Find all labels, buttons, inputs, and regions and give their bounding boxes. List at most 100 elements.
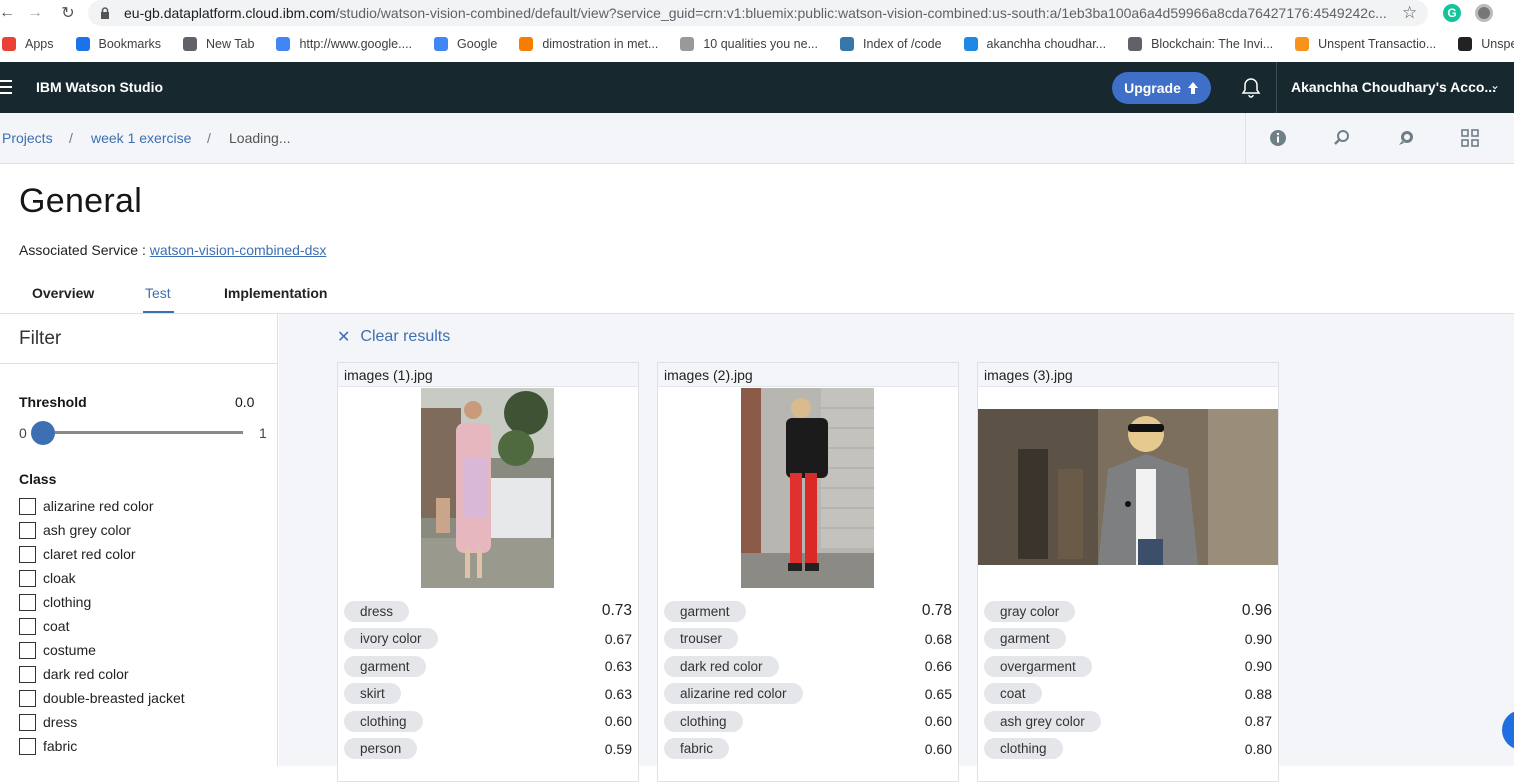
class-tag[interactable]: overgarment [984, 655, 1092, 677]
checkbox[interactable] [19, 497, 36, 515]
bookmark-item[interactable]: Index of /code [840, 37, 942, 51]
result-image[interactable] [421, 388, 554, 593]
bookmark-item[interactable]: Google [434, 37, 497, 51]
google-icon [434, 37, 449, 51]
hamburger-menu-icon[interactable] [0, 80, 12, 94]
class-tag[interactable]: dress [344, 600, 410, 622]
extension-icon[interactable] [1475, 4, 1493, 22]
chevron-down-icon[interactable]: ⌄ [1490, 78, 1500, 92]
bookmark-item[interactable]: Unspent Transactio... [1458, 37, 1514, 51]
bookmark-item[interactable]: Apps [2, 37, 54, 51]
class-filter-label: cloak [43, 570, 76, 586]
class-filter-item[interactable]: cloak [19, 566, 185, 590]
slider-max-label: 1 [259, 425, 267, 441]
checkbox[interactable] [19, 545, 36, 563]
confidence-score: 0.78 [921, 602, 952, 619]
account-switcher[interactable]: Akanchha Choudhary's Acco... [1291, 79, 1496, 95]
class-tag[interactable]: garment [984, 628, 1066, 649]
class-tag[interactable]: person [344, 738, 418, 759]
class-tag[interactable]: clothing [664, 710, 743, 732]
breadcrumb: Projects / week 1 exercise / Loading... [0, 113, 1514, 164]
class-filter-item[interactable]: clothing [19, 590, 185, 614]
class-tag[interactable]: ash grey color [984, 710, 1101, 732]
url-bar[interactable]: eu-gb.dataplatform.cloud.ibm.com/studio/… [88, 0, 1428, 26]
bookmark-label: http://www.google.... [299, 37, 413, 51]
forward-arrow-icon[interactable]: → [20, 0, 50, 26]
class-tag[interactable]: coat [984, 683, 1042, 704]
breadcrumb-projects[interactable]: Projects [2, 130, 53, 146]
class-filter-item[interactable]: costume [19, 638, 185, 662]
bookmark-item[interactable]: dimostration in met... [519, 37, 658, 51]
s-logo-icon [1458, 37, 1473, 51]
dq-icon [963, 37, 978, 51]
brand-name[interactable]: IBM Watson Studio [36, 79, 163, 95]
class-filter-item[interactable]: alizarine red color [19, 494, 185, 518]
back-arrow-icon[interactable]: ← [0, 0, 22, 26]
class-tag[interactable]: clothing [344, 710, 423, 732]
class-tag[interactable]: gray color [984, 600, 1076, 622]
bookmark-star-icon[interactable]: ☆ [1402, 3, 1417, 23]
class-tag[interactable]: garment [344, 655, 426, 677]
threshold-slider-track[interactable] [42, 431, 243, 434]
classification-row: person 0.59 [344, 738, 632, 760]
classification-row: gray color 0.96 [984, 600, 1272, 622]
find-icon[interactable] [1333, 129, 1351, 147]
result-image[interactable] [978, 409, 1278, 570]
confidence-score: 0.90 [1244, 630, 1272, 647]
associated-service-link[interactable]: watson-vision-combined-dsx [150, 242, 327, 258]
grammarly-icon[interactable]: G [1443, 4, 1461, 22]
class-tag[interactable]: dark red color [664, 655, 779, 677]
bookmark-item[interactable]: Bookmarks [75, 37, 161, 51]
tab-implementation[interactable]: Implementation [224, 285, 327, 301]
tab-test[interactable]: Test [145, 285, 171, 301]
class-tag[interactable]: garment [664, 600, 746, 622]
class-tag[interactable]: ivory color [344, 628, 438, 649]
class-filter-item[interactable]: dark red color [19, 662, 185, 686]
threshold-label: Threshold [19, 394, 87, 410]
checkbox[interactable] [19, 713, 36, 731]
class-tag[interactable]: alizarine red color [664, 683, 803, 704]
comments-icon[interactable] [1397, 129, 1415, 147]
breadcrumb-project[interactable]: week 1 exercise [91, 130, 191, 146]
checkbox[interactable] [19, 569, 36, 587]
class-tag[interactable]: clothing [984, 738, 1063, 759]
info-icon[interactable] [1269, 129, 1287, 147]
class-tag[interactable]: skirt [344, 683, 401, 704]
class-filter-item[interactable]: coat [19, 614, 185, 638]
classification-row: fabric 0.60 [664, 738, 952, 760]
bookmark-item[interactable]: akanchha choudhar... [963, 37, 1106, 51]
checkbox[interactable] [19, 665, 36, 683]
tab-overview[interactable]: Overview [32, 285, 94, 301]
reload-icon[interactable]: ↻ [53, 0, 83, 26]
upgrade-button[interactable]: Upgrade [1112, 72, 1211, 104]
bookmark-item[interactable]: Unspent Transactio... [1295, 37, 1436, 51]
threshold-slider-thumb[interactable] [31, 421, 55, 445]
class-filter-item[interactable]: dress [19, 710, 185, 734]
checkbox[interactable] [19, 689, 36, 707]
upload-arrow-icon [1187, 82, 1198, 94]
checkbox[interactable] [19, 641, 36, 659]
class-filter-label: ash grey color [43, 522, 131, 538]
class-filter-item[interactable]: claret red color [19, 542, 185, 566]
star-icon [75, 37, 90, 51]
result-image[interactable] [741, 388, 874, 593]
checkbox[interactable] [19, 593, 36, 611]
confidence-score: 0.80 [1244, 740, 1272, 757]
bookmark-item[interactable]: Blockchain: The Invi... [1128, 37, 1273, 51]
class-filter-item[interactable]: double-breasted jacket [19, 686, 185, 710]
apps-grid-icon[interactable] [1461, 129, 1479, 147]
class-filter-item[interactable]: fabric [19, 734, 185, 758]
class-tag[interactable]: trouser [664, 628, 739, 649]
checkbox[interactable] [19, 617, 36, 635]
class-filter-item[interactable]: ash grey color [19, 518, 185, 542]
bookmark-item[interactable]: 10 qualities you ne... [680, 37, 818, 51]
checkbox[interactable] [19, 737, 36, 755]
divider [0, 363, 278, 364]
bookmark-item[interactable]: http://www.google.... [276, 37, 412, 51]
checkbox[interactable] [19, 521, 36, 539]
bookmark-item[interactable]: New Tab [183, 37, 254, 51]
clear-results-button[interactable]: ✕ Clear results [337, 327, 450, 347]
page-title: General [19, 182, 143, 220]
class-tag[interactable]: fabric [664, 738, 730, 759]
notification-bell-icon[interactable] [1240, 76, 1262, 98]
